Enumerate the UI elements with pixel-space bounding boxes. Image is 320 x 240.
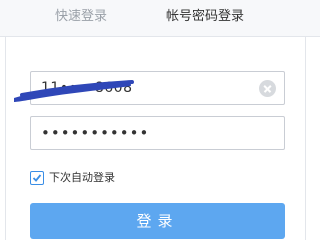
tab-quick-login[interactable]: 快速登录 xyxy=(55,0,107,36)
checkmark-icon xyxy=(32,174,42,182)
panel-border-left xyxy=(5,37,6,240)
login-tab-bar: 快速登录 帐号密码登录 xyxy=(0,0,320,37)
remember-label: 下次自动登录 xyxy=(49,171,115,184)
password-field[interactable]: ••••••••••• xyxy=(30,116,285,150)
remember-checkbox[interactable] xyxy=(30,171,44,185)
password-value: ••••••••••• xyxy=(41,124,150,142)
clear-icon[interactable] xyxy=(259,80,276,97)
username-field[interactable]: 11••••8608 xyxy=(30,71,285,105)
username-value: 11••••8608 xyxy=(41,80,133,96)
panel-border-right xyxy=(305,37,306,240)
login-button[interactable]: 登录 xyxy=(30,203,285,239)
tab-account-password-login[interactable]: 帐号密码登录 xyxy=(166,0,244,36)
